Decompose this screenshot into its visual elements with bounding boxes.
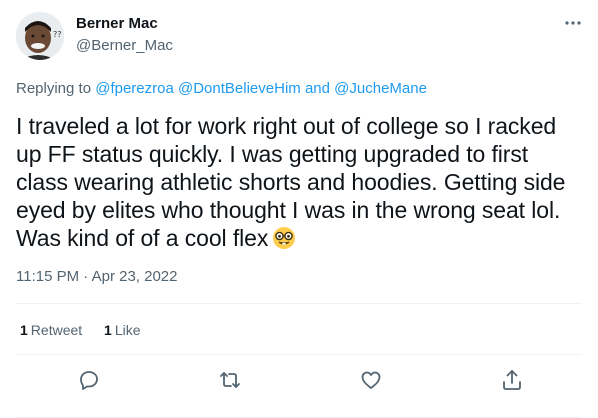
author-name[interactable]: Berner Mac [76, 15, 158, 32]
author-handle[interactable]: @Berner_Mac [76, 37, 173, 54]
likes-label: Like [114, 322, 141, 338]
retweets-count: 1 [20, 322, 28, 338]
mention-link-juchemane[interactable]: @JucheMane [334, 80, 427, 97]
mention-link-fperezroa[interactable]: @fperezroa [95, 80, 174, 97]
retweets-stat[interactable]: 1 Retweet [20, 322, 82, 338]
action-bar [0, 368, 598, 392]
retweet-icon[interactable] [218, 368, 242, 392]
more-options-icon[interactable] [562, 16, 584, 30]
replying-to-label: Replying to [16, 80, 92, 97]
avatar[interactable]: ?? [16, 12, 64, 60]
tweet-timestamp[interactable]: 11:15 PM · Apr 23, 2022 [16, 268, 178, 285]
mention-link-dontbelievehim[interactable]: @DontBelieveHim [178, 80, 301, 97]
reply-icon[interactable] [77, 368, 101, 392]
share-icon[interactable] [500, 368, 524, 392]
mention-conjunction[interactable]: and [305, 80, 330, 97]
like-icon[interactable] [359, 368, 383, 392]
svg-text:??: ?? [53, 30, 62, 39]
tweet-body: I traveled a lot for work right out of c… [16, 112, 586, 252]
divider [16, 303, 582, 304]
tweet-card: ?? Berner Mac @Berner_Mac Replying to @f… [0, 0, 598, 418]
retweets-label: Retweet [30, 322, 83, 338]
likes-stat[interactable]: 1 Like [104, 322, 140, 338]
likes-count: 1 [104, 322, 112, 338]
replying-to-line: Replying to @fperezroa @DontBelieveHim a… [16, 80, 427, 97]
engagement-stats: 1 Retweet 1 Like [20, 322, 159, 338]
nerd-face-emoji-icon [272, 226, 296, 250]
divider [16, 354, 582, 355]
